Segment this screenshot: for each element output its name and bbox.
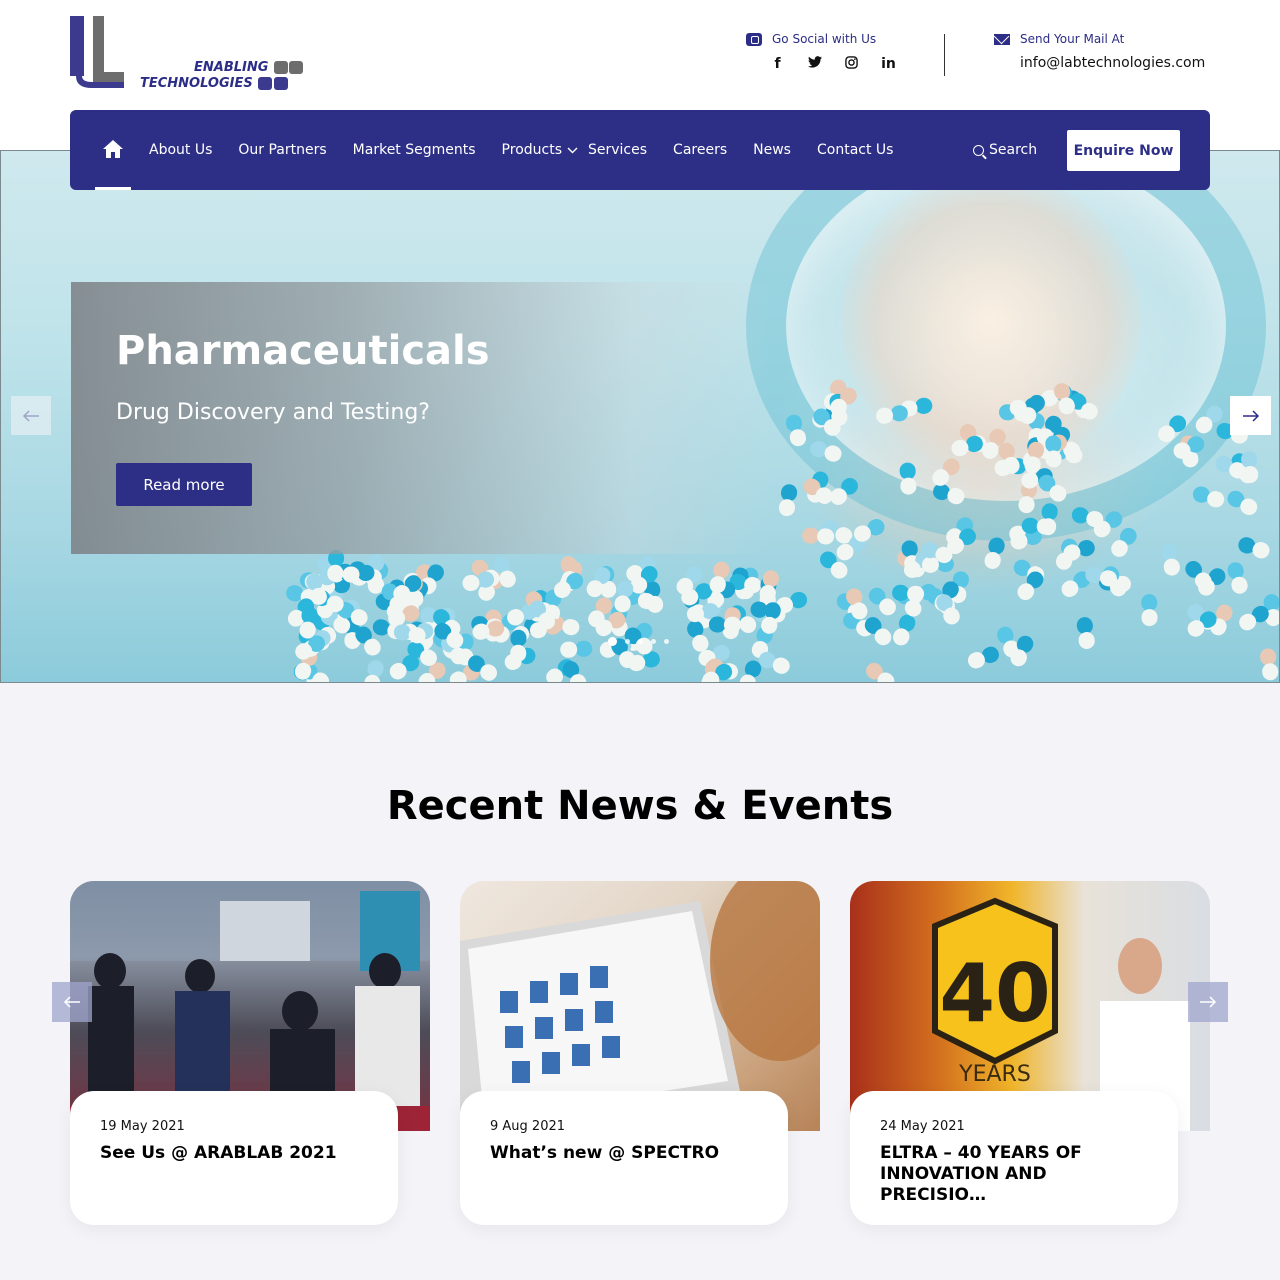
news-card-title[interactable]: See Us @ ARABLAB 2021 bbox=[100, 1143, 368, 1164]
instagram-icon[interactable] bbox=[844, 56, 859, 73]
hero-prev-button[interactable] bbox=[11, 396, 51, 435]
news-card-date: 19 May 2021 bbox=[100, 1119, 185, 1134]
news-card-body: 9 Aug 2021 What’s new @ SPECTRO bbox=[460, 1091, 788, 1225]
hero-title: Pharmaceuticals bbox=[116, 328, 490, 374]
envelope-icon bbox=[994, 33, 1010, 45]
nav-about-us[interactable]: About Us bbox=[149, 142, 212, 158]
arrow-right-icon bbox=[1242, 409, 1259, 422]
logo-squares-icon bbox=[258, 61, 304, 93]
social-label: Go Social with Us bbox=[772, 32, 877, 46]
arrow-left-icon bbox=[63, 996, 80, 1008]
news-card-body: 19 May 2021 See Us @ ARABLAB 2021 bbox=[70, 1091, 398, 1225]
arrow-right-icon bbox=[1200, 996, 1217, 1008]
mail-block: Send Your Mail At info@labtechnologies.c… bbox=[994, 32, 1210, 71]
news-prev-button[interactable] bbox=[52, 982, 92, 1022]
twitter-icon[interactable] bbox=[807, 56, 822, 73]
svg-text:40: 40 bbox=[939, 947, 1050, 1040]
slider-dot[interactable] bbox=[625, 639, 630, 644]
logo-wordmark: ENABLING TECHNOLOGIES bbox=[140, 60, 269, 91]
arrow-left-icon bbox=[22, 409, 39, 422]
read-more-button[interactable]: Read more bbox=[116, 463, 252, 506]
main-nav: About Us Our Partners Market Segments Pr… bbox=[70, 110, 1210, 190]
news-card-title[interactable]: ELTRA – 40 YEARS OF INNOVATION AND PRECI… bbox=[880, 1143, 1148, 1206]
logo-mark-icon bbox=[70, 16, 124, 88]
mail-address-link[interactable]: info@labtechnologies.com bbox=[994, 55, 1210, 71]
header-divider bbox=[944, 34, 945, 76]
news-card-date: 9 Aug 2021 bbox=[490, 1119, 566, 1134]
nav-our-partners[interactable]: Our Partners bbox=[238, 142, 326, 158]
news-card-date: 24 May 2021 bbox=[880, 1119, 965, 1134]
nav-market-segments[interactable]: Market Segments bbox=[353, 142, 476, 158]
news-card-body: 24 May 2021 ELTRA – 40 YEARS OF INNOVATI… bbox=[850, 1091, 1178, 1225]
news-card[interactable]: 40 YEARS 24 May 2021 ELTRA – 40 YEARS OF… bbox=[850, 881, 1210, 1226]
nav-products[interactable]: Products bbox=[502, 142, 578, 158]
home-icon bbox=[103, 139, 123, 158]
facebook-icon[interactable]: f bbox=[770, 56, 785, 73]
slider-dot[interactable] bbox=[664, 639, 669, 644]
search-button[interactable]: Search bbox=[973, 110, 1037, 190]
chevron-down-icon bbox=[567, 147, 578, 153]
news-card[interactable]: 9 Aug 2021 What’s new @ SPECTRO bbox=[460, 881, 820, 1226]
svg-text:YEARS: YEARS bbox=[958, 1062, 1031, 1087]
news-heading: Recent News & Events bbox=[386, 783, 894, 829]
hero-next-button[interactable] bbox=[1230, 396, 1271, 435]
slider-dot[interactable] bbox=[608, 637, 617, 646]
search-label: Search bbox=[989, 142, 1038, 158]
nav-services[interactable]: Services bbox=[588, 142, 647, 158]
social-block: Go Social with Us f in bbox=[746, 32, 896, 73]
news-card-title[interactable]: What’s new @ SPECTRO bbox=[490, 1143, 758, 1164]
nav-careers[interactable]: Careers bbox=[673, 142, 727, 158]
nav-news[interactable]: News bbox=[753, 142, 791, 158]
link-icon bbox=[746, 32, 762, 46]
news-next-button[interactable] bbox=[1188, 982, 1228, 1022]
nav-home[interactable] bbox=[95, 110, 131, 190]
mail-label: Send Your Mail At bbox=[1020, 32, 1125, 46]
news-card[interactable]: 19 May 2021 See Us @ ARABLAB 2021 bbox=[70, 881, 430, 1226]
hero-caption-panel: Pharmaceuticals Drug Discovery and Testi… bbox=[71, 282, 771, 554]
company-logo[interactable]: ENABLING TECHNOLOGIES bbox=[70, 16, 310, 96]
slider-dot[interactable] bbox=[638, 639, 643, 644]
nav-products-label: Products bbox=[501, 142, 562, 158]
linkedin-icon[interactable]: in bbox=[881, 56, 896, 73]
enquire-now-button[interactable]: Enquire Now bbox=[1067, 130, 1180, 171]
hero-subtitle: Drug Discovery and Testing? bbox=[116, 400, 430, 425]
slider-dot[interactable] bbox=[651, 639, 656, 644]
search-icon bbox=[973, 144, 984, 156]
hero-slider: Pharmaceuticals Drug Discovery and Testi… bbox=[0, 150, 1280, 683]
nav-contact-us[interactable]: Contact Us bbox=[817, 142, 893, 158]
slider-dots bbox=[608, 637, 669, 646]
